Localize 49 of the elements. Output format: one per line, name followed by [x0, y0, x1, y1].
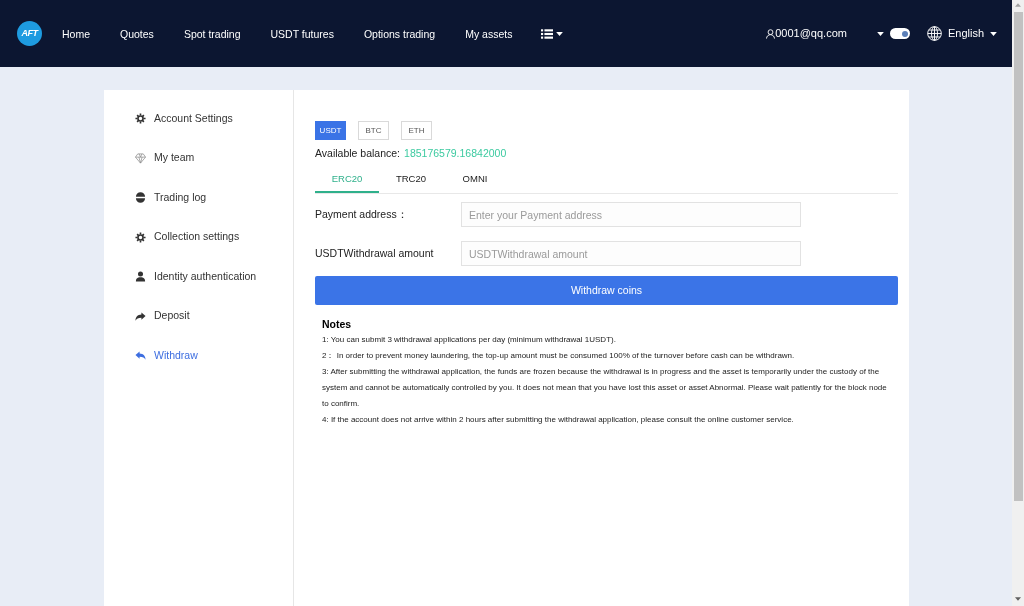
- forward-arrow-icon: [135, 310, 146, 322]
- note-text: 4: If the account does not arrive within 2 hours after submitting the withdrawal application, please consult the online customer service.: [322, 414, 795, 426]
- nav-link[interactable]: My assets: [465, 26, 513, 41]
- balance-value: 185176579.16842000: [404, 146, 507, 160]
- sidebar-item[interactable]: My team: [104, 138, 293, 178]
- scrollbar-track[interactable]: [1012, 0, 1024, 606]
- input-field[interactable]: USDTWithdrawal amount: [461, 241, 801, 266]
- nav-link[interactable]: Quotes: [120, 26, 154, 41]
- diamond-icon: [135, 152, 146, 164]
- caret-icon[interactable]: [876, 31, 884, 36]
- nav-link[interactable]: USDT futures: [270, 26, 334, 41]
- caret-icon: [990, 31, 997, 36]
- nav-link[interactable]: Home: [62, 26, 90, 41]
- note-text: 1: You can submit 3 withdrawal applications per day (minimum withdrawal 1USDT).: [322, 334, 617, 346]
- reply-arrow-icon: [135, 350, 146, 362]
- sidebar-item[interactable]: Withdraw: [104, 336, 293, 376]
- nav-link[interactable]: Spot trading: [183, 26, 241, 41]
- sidebar-item[interactable]: Trading log: [104, 178, 293, 218]
- gear-icon: [135, 113, 146, 125]
- network-tab[interactable]: TRC20: [379, 167, 443, 193]
- gear-icon: [135, 231, 146, 243]
- input-field[interactable]: Enter your Payment address: [461, 202, 801, 227]
- list-icon[interactable]: [541, 28, 554, 39]
- user-icon: [766, 28, 776, 39]
- sidebar-item[interactable]: Deposit: [104, 296, 293, 336]
- globe-icon: [926, 26, 942, 41]
- toggle-switch[interactable]: [889, 28, 910, 39]
- note-text: 2： In order to prevent money laundering, the top-up amount must be consumed 100% of the turnover before cash can be withdrawn.: [322, 350, 796, 362]
- scroll-down-arrow-icon[interactable]: [1015, 597, 1021, 601]
- caret-icon[interactable]: [556, 31, 564, 36]
- currency-button[interactable]: ETH: [401, 121, 432, 140]
- note-text: 3: After submitting the withdrawal application, the funds are frozen because the withdrawal is in progress and the asset is temporarily under the custody of the system and cannot be automatically controlled by you. It does not mean that you have lost this asset or asset Abnormal. Please wait patiently for the block node to confirm.: [322, 366, 888, 410]
- field-label: Payment address：: [315, 206, 409, 222]
- sidebar-item[interactable]: Identity authentication: [104, 257, 293, 297]
- field-label: USDTWithdrawal amount: [315, 245, 435, 261]
- notes-heading: Notes: [321, 317, 353, 331]
- logo: AFT: [17, 21, 42, 46]
- network-tab[interactable]: OMNI: [443, 167, 507, 193]
- currency-button[interactable]: USDT: [315, 121, 346, 140]
- user-menu[interactable]: 0001@qq.com: [766, 25, 847, 42]
- withdraw-button[interactable]: Withdraw coins: [315, 276, 898, 305]
- person-icon: [135, 271, 146, 283]
- sidebar-item[interactable]: Collection settings: [104, 217, 293, 257]
- language-selector[interactable]: English: [926, 25, 997, 42]
- scrollbar-thumb[interactable]: [1013, 12, 1023, 501]
- nav-link[interactable]: Options trading: [363, 26, 436, 41]
- sidebar-item[interactable]: Account Settings: [104, 99, 293, 139]
- currency-button[interactable]: BTC: [358, 121, 389, 140]
- balance-label: Available balance:: [315, 146, 401, 160]
